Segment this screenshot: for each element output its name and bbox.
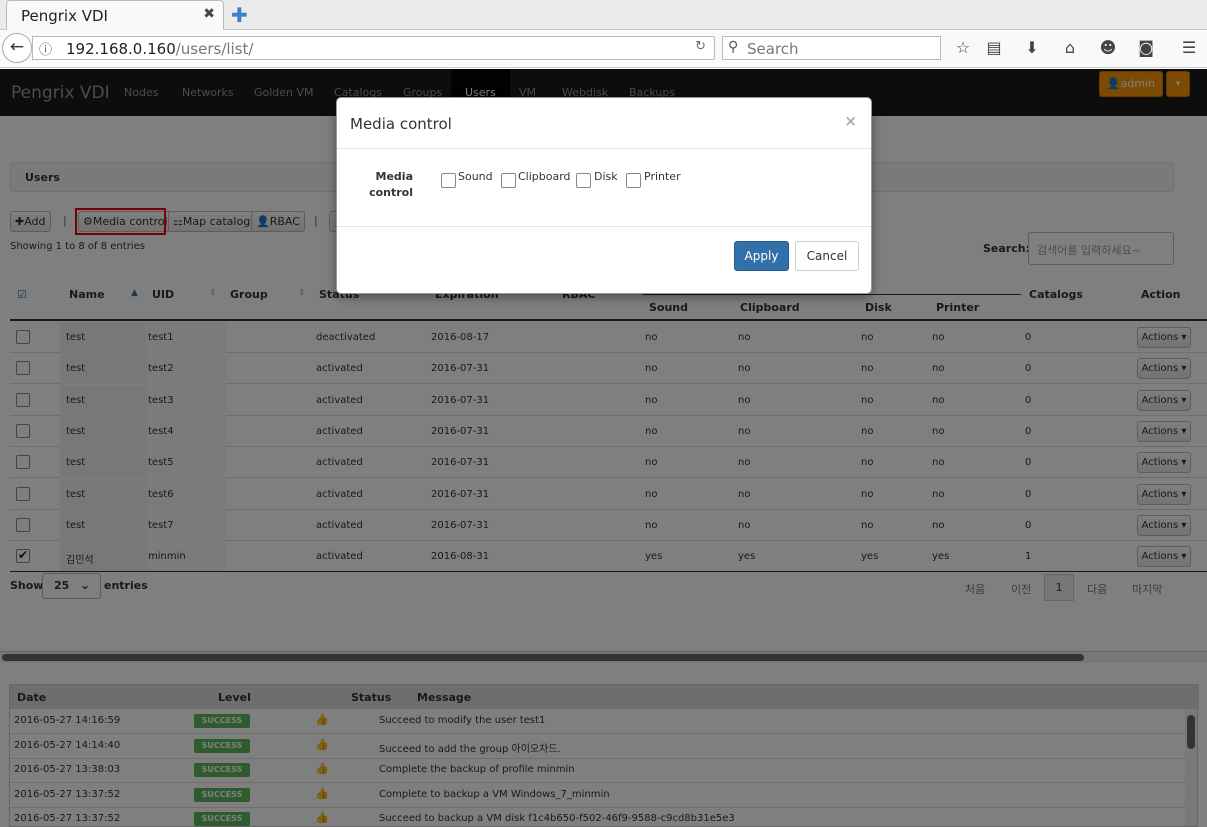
back-icon[interactable]: ← bbox=[2, 33, 32, 63]
url-path: /users/list/ bbox=[175, 40, 254, 58]
clipboard-label[interactable]: Clipboard bbox=[518, 170, 571, 183]
emoji-icon[interactable]: ☻ bbox=[1098, 38, 1118, 57]
printer-label[interactable]: Printer bbox=[644, 170, 681, 183]
media-control-field-label: Media control bbox=[363, 169, 413, 201]
new-tab-icon[interactable]: ✚ bbox=[231, 3, 248, 27]
url-text: 192.168.0.160/users/list/ bbox=[66, 40, 253, 58]
pocket-icon[interactable]: ◙ bbox=[1136, 38, 1156, 57]
media-control-dialog: Media control × Media control Sound Clipb… bbox=[336, 97, 872, 294]
reload-icon[interactable]: ↻ bbox=[695, 39, 706, 54]
browser-search-placeholder: Search bbox=[747, 40, 799, 58]
tab-title: Pengrix VDI bbox=[21, 7, 108, 25]
browser-tabbar: Pengrix VDI ✖ ✚ bbox=[0, 0, 1207, 30]
reading-list-icon[interactable]: ▤ bbox=[984, 38, 1004, 57]
dialog-divider bbox=[337, 226, 871, 227]
url-host: 192.168.0.160 bbox=[66, 40, 176, 58]
info-icon[interactable]: ⓘ bbox=[39, 39, 52, 58]
apply-button[interactable]: Apply bbox=[734, 241, 789, 271]
sound-label[interactable]: Sound bbox=[458, 170, 493, 183]
url-bar[interactable]: ⓘ 192.168.0.160/users/list/ ↻ bbox=[32, 36, 715, 60]
cancel-button[interactable]: Cancel bbox=[795, 241, 859, 271]
bookmark-star-icon[interactable]: ☆ bbox=[953, 38, 973, 57]
download-icon[interactable]: ⬇ bbox=[1022, 38, 1042, 57]
browser-tab[interactable]: Pengrix VDI ✖ bbox=[6, 0, 224, 30]
browser-search-input[interactable]: ⚲ Search bbox=[722, 36, 941, 60]
disk-checkbox[interactable] bbox=[576, 173, 591, 188]
browser-navbar: ← ⓘ 192.168.0.160/users/list/ ↻ ⚲ Search… bbox=[0, 30, 1207, 68]
close-tab-icon[interactable]: ✖ bbox=[203, 6, 215, 22]
printer-checkbox[interactable] bbox=[626, 173, 641, 188]
disk-label[interactable]: Disk bbox=[594, 170, 618, 183]
dialog-title: Media control bbox=[350, 115, 452, 133]
home-icon[interactable]: ⌂ bbox=[1060, 38, 1080, 57]
close-icon[interactable]: × bbox=[844, 112, 857, 130]
field-label-line1: Media bbox=[375, 170, 413, 183]
dialog-divider bbox=[337, 148, 871, 149]
clipboard-checkbox[interactable] bbox=[501, 173, 516, 188]
sound-checkbox[interactable] bbox=[441, 173, 456, 188]
field-label-line2: control bbox=[369, 186, 413, 199]
search-icon: ⚲ bbox=[728, 39, 739, 55]
menu-icon[interactable]: ☰ bbox=[1179, 38, 1199, 57]
